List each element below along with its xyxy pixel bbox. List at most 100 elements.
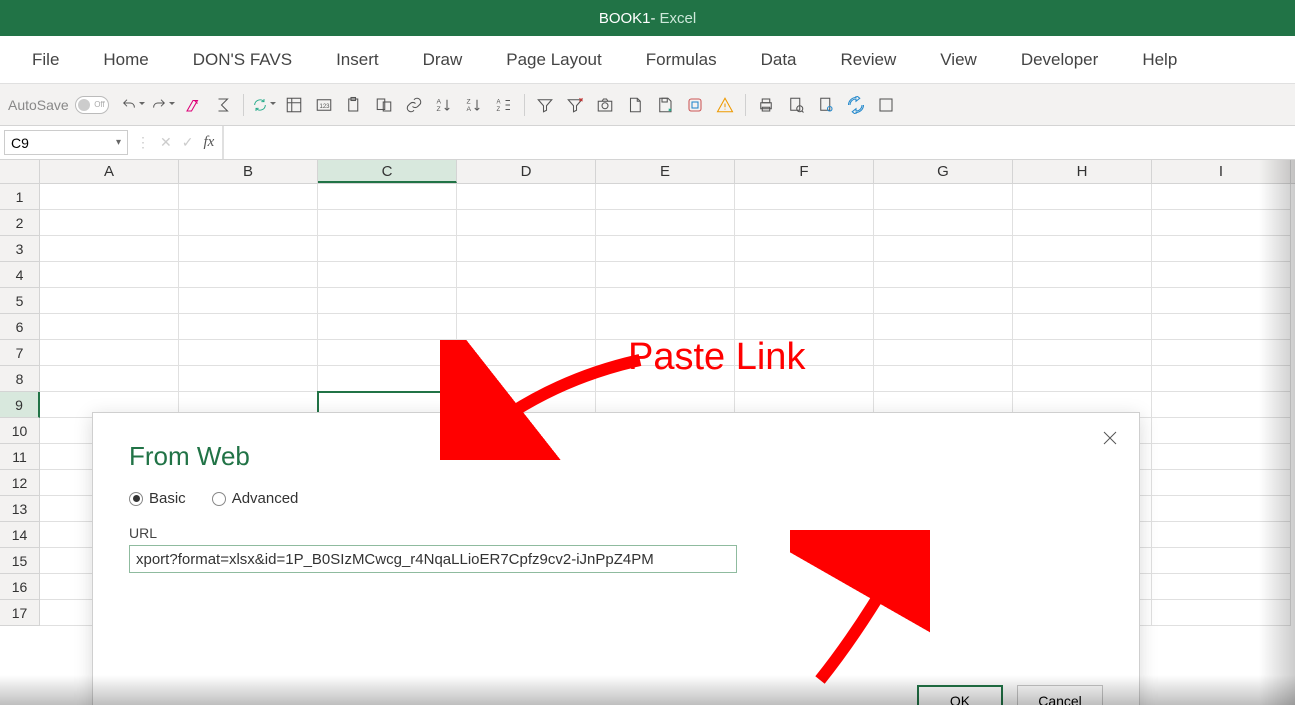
cell[interactable] [735, 288, 874, 314]
cell[interactable] [1152, 574, 1291, 600]
row-header[interactable]: 6 [0, 314, 40, 340]
tab-home[interactable]: Home [81, 36, 170, 83]
tab-help[interactable]: Help [1120, 36, 1199, 83]
row-header[interactable]: 11 [0, 444, 40, 470]
cell[interactable] [1152, 184, 1291, 210]
new-file-icon[interactable] [623, 93, 647, 117]
row-header[interactable]: 16 [0, 574, 40, 600]
col-header[interactable]: G [874, 160, 1013, 183]
row-header[interactable]: 4 [0, 262, 40, 288]
cell[interactable] [179, 288, 318, 314]
cell[interactable] [179, 314, 318, 340]
row-header[interactable]: 13 [0, 496, 40, 522]
autosave-toggle-group[interactable]: AutoSave Off [8, 96, 109, 114]
cell[interactable] [1152, 496, 1291, 522]
cell[interactable] [318, 236, 457, 262]
cell[interactable] [40, 236, 179, 262]
cell[interactable] [874, 288, 1013, 314]
paste-special-icon[interactable] [372, 93, 396, 117]
cell[interactable] [457, 340, 596, 366]
cell[interactable] [457, 236, 596, 262]
close-icon[interactable] [1099, 427, 1121, 449]
row-header[interactable]: 14 [0, 522, 40, 548]
cell[interactable] [1152, 600, 1291, 626]
cell[interactable] [596, 210, 735, 236]
tab-review[interactable]: Review [819, 36, 919, 83]
cell[interactable] [596, 184, 735, 210]
cell[interactable] [179, 366, 318, 392]
tab-file[interactable]: File [10, 36, 81, 83]
cell[interactable] [1152, 236, 1291, 262]
save-as-icon[interactable] [653, 93, 677, 117]
cell[interactable] [457, 184, 596, 210]
cell[interactable] [1152, 522, 1291, 548]
filter-icon[interactable] [533, 93, 557, 117]
cell[interactable] [1013, 340, 1152, 366]
row-header[interactable]: 9 [0, 392, 40, 418]
ok-button[interactable]: OK [917, 685, 1003, 705]
cell[interactable] [874, 340, 1013, 366]
cell[interactable] [1152, 288, 1291, 314]
cell[interactable] [318, 184, 457, 210]
cell[interactable] [1013, 210, 1152, 236]
tab-insert[interactable]: Insert [314, 36, 401, 83]
tab-page-layout[interactable]: Page Layout [484, 36, 623, 83]
link-icon[interactable] [402, 93, 426, 117]
freeze-panes-icon[interactable] [282, 93, 306, 117]
tab-draw[interactable]: Draw [401, 36, 485, 83]
cell[interactable] [1013, 236, 1152, 262]
radio-advanced[interactable]: Advanced [212, 490, 299, 507]
cell[interactable] [457, 288, 596, 314]
cell[interactable] [1152, 548, 1291, 574]
cell[interactable] [40, 366, 179, 392]
sort-desc-icon[interactable]: ZA [462, 93, 486, 117]
cell[interactable] [1152, 340, 1291, 366]
cell[interactable] [874, 184, 1013, 210]
tab-developer[interactable]: Developer [999, 36, 1121, 83]
print-icon[interactable] [754, 93, 778, 117]
cell[interactable] [318, 210, 457, 236]
cell[interactable] [1013, 288, 1152, 314]
page-setup-icon[interactable] [814, 93, 838, 117]
menu-dots-icon[interactable]: ⋮ [136, 134, 150, 151]
cell[interactable] [457, 366, 596, 392]
cell[interactable] [1152, 444, 1291, 470]
cancel-formula-icon[interactable]: ✕ [160, 134, 172, 151]
camera-icon[interactable] [593, 93, 617, 117]
sync-icon[interactable] [844, 93, 868, 117]
row-header[interactable]: 1 [0, 184, 40, 210]
cell[interactable] [1013, 314, 1152, 340]
chevron-down-icon[interactable]: ▾ [116, 137, 121, 148]
row-header[interactable]: 10 [0, 418, 40, 444]
cell[interactable] [874, 262, 1013, 288]
cell[interactable] [874, 210, 1013, 236]
cell[interactable] [457, 262, 596, 288]
col-header[interactable]: A [40, 160, 179, 183]
tab-formulas[interactable]: Formulas [624, 36, 739, 83]
cell[interactable] [596, 288, 735, 314]
cell[interactable] [1013, 184, 1152, 210]
sort-custom-icon[interactable]: AZ [492, 93, 516, 117]
clear-filter-icon[interactable] [563, 93, 587, 117]
cell[interactable] [1013, 262, 1152, 288]
tab-data[interactable]: Data [739, 36, 819, 83]
cell[interactable] [179, 210, 318, 236]
value-field-icon[interactable]: 123 [312, 93, 336, 117]
cell[interactable] [318, 288, 457, 314]
redo-icon[interactable] [151, 93, 175, 117]
cell[interactable] [318, 340, 457, 366]
cell[interactable] [1152, 314, 1291, 340]
cell[interactable] [874, 236, 1013, 262]
cell[interactable] [1013, 366, 1152, 392]
formula-input[interactable] [223, 126, 1295, 159]
cell[interactable] [318, 366, 457, 392]
cell[interactable] [318, 262, 457, 288]
cell[interactable] [40, 262, 179, 288]
tab-view[interactable]: View [918, 36, 999, 83]
col-header[interactable]: C [318, 160, 457, 183]
paste-icon[interactable] [342, 93, 366, 117]
refresh-icon[interactable] [252, 93, 276, 117]
col-header[interactable]: H [1013, 160, 1152, 183]
col-header[interactable]: E [596, 160, 735, 183]
cell[interactable] [40, 288, 179, 314]
